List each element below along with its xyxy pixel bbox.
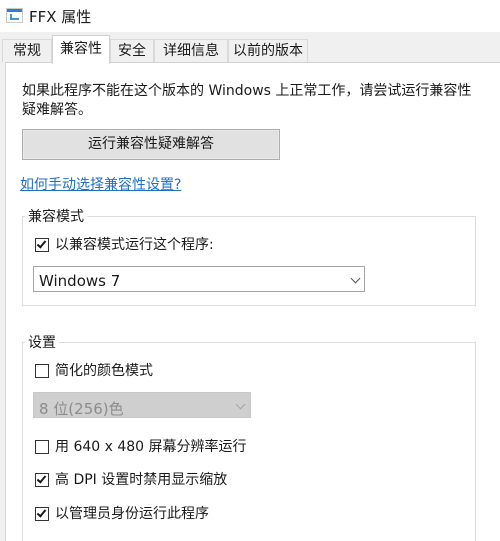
chevron-down-icon: [350, 273, 361, 284]
settings-group-label: 设置: [25, 332, 59, 352]
run-640x480-label: 用 640 x 480 屏幕分辨率运行: [55, 439, 247, 455]
compat-os-select[interactable]: Windows 7: [33, 266, 365, 292]
tab-compatibility[interactable]: 兼容性: [52, 35, 110, 64]
run-640x480-row[interactable]: 用 640 x 480 屏幕分辨率运行: [35, 438, 335, 458]
reduced-color-mode-checkbox[interactable]: [35, 364, 49, 378]
tab-security[interactable]: 安全: [110, 39, 154, 62]
run-as-admin-row[interactable]: 以管理员身份运行此程序: [35, 505, 335, 525]
reduced-color-mode-label: 简化的颜色模式: [55, 363, 153, 379]
compatibility-mode-group: [22, 216, 476, 306]
run-640x480-checkbox[interactable]: [35, 440, 49, 454]
disable-dpi-scaling-label: 高 DPI 设置时禁用显示缩放: [55, 472, 228, 488]
checkmark-icon: [36, 238, 47, 249]
compatibility-intro-text: 如果此程序不能在这个版本的 Windows 上正常工作，请尝试运行兼容性疑难解答…: [22, 83, 472, 118]
reduced-color-mode-row[interactable]: 简化的颜色模式: [35, 362, 335, 382]
disable-dpi-scaling-checkbox[interactable]: [35, 473, 49, 487]
properties-window: FFX 属性 常规 兼容性 安全 详细信息 以前的版本 如果此程序不能在这个版本…: [0, 0, 500, 541]
run-as-admin-label: 以管理员身份运行此程序: [55, 506, 209, 522]
tab-strip: 常规 兼容性 安全 详细信息 以前的版本: [0, 32, 500, 64]
program-shortcut-icon: [6, 8, 23, 23]
title-bar[interactable]: FFX 属性: [0, 0, 500, 32]
run-compatibility-troubleshooter-button[interactable]: 运行兼容性疑难解答: [22, 129, 280, 160]
tab-previous-versions[interactable]: 以前的版本: [228, 39, 308, 62]
run-in-compat-mode-checkbox[interactable]: [35, 238, 49, 252]
window-title: FFX 属性: [29, 8, 92, 26]
run-in-compat-mode-label: 以兼容模式运行这个程序:: [55, 237, 214, 253]
run-as-admin-checkbox[interactable]: [35, 507, 49, 521]
checkmark-icon: [36, 473, 47, 484]
disable-dpi-scaling-row[interactable]: 高 DPI 设置时禁用显示缩放: [35, 471, 335, 491]
compat-os-selected-value: Windows 7: [39, 272, 121, 290]
manual-compat-settings-link[interactable]: 如何手动选择兼容性设置?: [20, 174, 181, 194]
compatibility-mode-group-label: 兼容模式: [25, 206, 87, 226]
tab-general[interactable]: 常规: [2, 39, 52, 62]
color-depth-selected-value: 8 位(256)色: [39, 400, 124, 418]
color-depth-select: 8 位(256)色: [33, 392, 251, 418]
run-in-compat-mode-row[interactable]: 以兼容模式运行这个程序:: [35, 236, 335, 256]
checkmark-icon: [36, 507, 47, 518]
chevron-down-icon: [235, 399, 246, 410]
tab-details[interactable]: 详细信息: [154, 39, 228, 62]
